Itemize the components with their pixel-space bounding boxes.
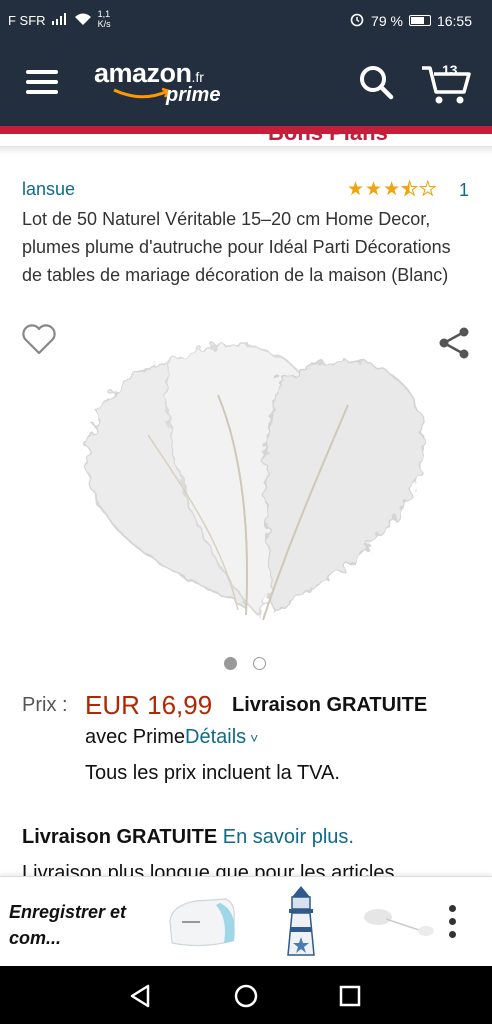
more-options-icon[interactable] bbox=[440, 905, 464, 945]
recent-apps-icon[interactable] bbox=[336, 982, 364, 1010]
banner-text: Bons Plans bbox=[268, 126, 388, 145]
system-nav-bar bbox=[0, 966, 492, 1024]
home-icon[interactable] bbox=[232, 982, 260, 1010]
review-count-link[interactable]: 1 bbox=[459, 180, 469, 201]
share-icon[interactable] bbox=[436, 326, 472, 360]
deals-banner[interactable]: Bons Plans bbox=[0, 126, 492, 146]
details-link[interactable]: Détails bbox=[185, 726, 246, 748]
heart-icon[interactable] bbox=[20, 322, 58, 356]
brand-link[interactable]: lansue bbox=[22, 179, 75, 200]
status-bar: F SFR 1,1 K/s 79 % 16:55 bbox=[0, 0, 492, 40]
network-speed: 1,1 K/s bbox=[97, 8, 111, 29]
saved-item-printer-thumbnail[interactable] bbox=[162, 883, 240, 961]
price-value: EUR 16,99 bbox=[85, 690, 213, 720]
chevron-down-icon[interactable]: ˅ bbox=[250, 730, 258, 746]
battery-percent: 79 % bbox=[371, 12, 403, 29]
pagination-dot[interactable] bbox=[224, 657, 237, 670]
logo-prime: prime bbox=[166, 84, 221, 106]
star-full-icon: ★ bbox=[383, 179, 401, 200]
cart-button[interactable]: 13 bbox=[420, 62, 472, 106]
back-icon[interactable] bbox=[126, 982, 154, 1010]
menu-icon[interactable] bbox=[26, 70, 60, 94]
star-half-icon: ★ bbox=[401, 179, 419, 200]
product-image[interactable] bbox=[58, 325, 438, 635]
product-title: Lot de 50 Naturel Véritable 15–20 cm Hom… bbox=[22, 209, 451, 285]
saved-item-lighthouse-thumbnail[interactable] bbox=[262, 883, 340, 961]
shipping-info: Livraison GRATUITE En savoir plus. bbox=[22, 826, 354, 849]
star-full-icon: ★ bbox=[347, 179, 365, 200]
image-pagination bbox=[224, 657, 266, 670]
wifi-icon bbox=[74, 12, 92, 29]
smile-icon bbox=[113, 87, 171, 99]
star-full-icon: ★ bbox=[365, 179, 383, 200]
clock: 16:55 bbox=[436, 12, 472, 29]
app-header: amazon.fr prime 13 bbox=[0, 40, 492, 126]
star-empty-icon: ★ bbox=[419, 179, 437, 200]
learn-more-link[interactable]: En savoir plus. bbox=[223, 826, 354, 848]
signal-icon bbox=[51, 13, 68, 28]
alarm-icon bbox=[349, 11, 365, 30]
prime-line: avec PrimeDétails ˅ bbox=[85, 726, 258, 749]
price-label: Prix : bbox=[22, 694, 68, 716]
battery-icon bbox=[408, 15, 431, 26]
search-icon[interactable] bbox=[356, 62, 396, 102]
logo-tld: .fr bbox=[191, 69, 204, 85]
star-rating[interactable]: ★ ★ ★ ★ ★ bbox=[347, 179, 437, 200]
carrier-label: F SFR bbox=[8, 13, 46, 28]
save-label[interactable]: Enregistrer et com... bbox=[9, 899, 149, 951]
tax-note: Tous les prix incluent la TVA. bbox=[85, 762, 340, 784]
prime-text: avec Prime bbox=[85, 726, 186, 748]
free-delivery-label: Livraison GRATUITE bbox=[232, 694, 428, 716]
shipping-bold: Livraison GRATUITE bbox=[22, 826, 218, 848]
pagination-dot[interactable] bbox=[253, 657, 266, 670]
divider bbox=[0, 146, 492, 154]
saved-item-feather-thumbnail[interactable] bbox=[356, 883, 434, 961]
saved-items-bar: Enregistrer et com... bbox=[0, 876, 492, 966]
cart-count: 13 bbox=[442, 62, 458, 78]
amazon-prime-logo[interactable]: amazon.fr prime bbox=[94, 58, 220, 106]
